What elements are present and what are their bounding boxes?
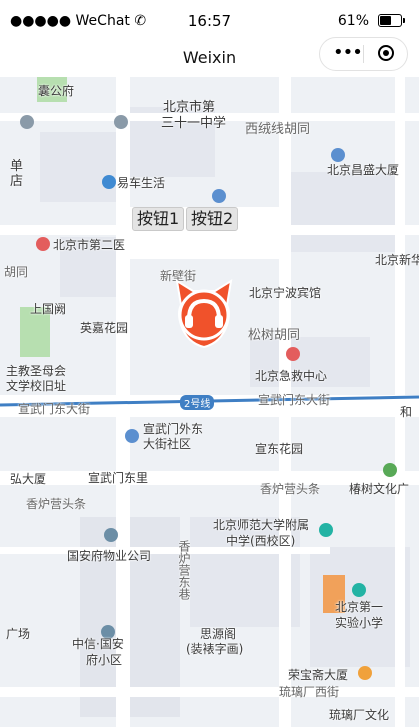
school-icon[interactable]	[319, 523, 333, 537]
hospital-icon[interactable]	[286, 347, 300, 361]
road-label: 胡同	[4, 265, 29, 279]
shop-icon[interactable]	[358, 666, 372, 680]
map-label: 北京第一	[335, 600, 384, 614]
map-label: 琉璃厂文化	[329, 708, 390, 722]
mini-program-capsule: •••	[319, 37, 408, 71]
map-label: 大街社区	[143, 437, 192, 451]
battery-percent: 61%	[337, 13, 369, 29]
map-label: 北京急救中心	[255, 369, 328, 383]
map-label: 文学校旧址	[6, 379, 67, 393]
traffic-light-icon	[114, 115, 128, 129]
road-label: 香炉营东巷	[177, 540, 191, 600]
building-icon[interactable]	[125, 429, 139, 443]
road-label: 宣武门东大街	[258, 393, 331, 407]
map-label: 弘大厦	[10, 472, 47, 486]
map-label: 三十一中学	[161, 116, 227, 131]
building-icon[interactable]	[331, 148, 345, 162]
map-label: 北京新华	[375, 253, 419, 267]
map-label: 椿树文化广	[349, 482, 410, 496]
close-target-icon[interactable]	[378, 45, 394, 61]
capsule-divider	[363, 45, 364, 63]
map-label: 荣宝斋大厦	[288, 668, 349, 682]
road-label: 香炉营头条	[26, 497, 87, 511]
map-label: 实验小学	[335, 616, 384, 630]
map-label: 中学(西校区)	[226, 534, 296, 548]
road-label: 香炉营头条	[260, 482, 321, 496]
status-bar: ●●●●● WeChat ✆ 16:57 61%	[0, 0, 419, 40]
road-label: 琉璃厂西街	[279, 685, 340, 699]
map-label: 宣东花园	[255, 442, 304, 456]
map-label: 北京昌盛大厦	[327, 163, 400, 177]
map-label: 宣武门东里	[88, 471, 149, 485]
map-label: 北京市第二医	[53, 238, 126, 252]
map-label: 国安府物业公司	[67, 549, 152, 563]
subway-line-label: 2号线	[180, 395, 215, 410]
hospital-icon[interactable]	[36, 237, 50, 251]
map-label: 中信·国安	[72, 637, 124, 651]
bus-icon[interactable]	[102, 175, 116, 189]
park-icon[interactable]	[383, 463, 397, 477]
battery-icon	[378, 14, 405, 27]
map-label: 店	[10, 174, 24, 189]
map-label: 上国阙	[30, 302, 67, 316]
map-label: 囊公府	[38, 84, 75, 98]
navigation-bar: Weixin •••	[0, 37, 419, 77]
map-marker[interactable]	[165, 275, 243, 353]
battery-fill	[380, 16, 391, 25]
map-label: 广场	[6, 627, 31, 641]
map-label: 府小区	[86, 653, 123, 667]
location-icon[interactable]	[104, 528, 118, 542]
map-label: 北京师范大学附属	[213, 518, 310, 532]
battery-cap	[403, 18, 405, 23]
road-label: 松树胡同	[248, 328, 301, 343]
map-label: 英嘉花园	[80, 321, 129, 335]
school-icon[interactable]	[352, 583, 366, 597]
map-label: 易车生活	[117, 176, 166, 190]
map-label: (装裱字画)	[186, 642, 244, 656]
traffic-light-icon	[20, 115, 34, 129]
map-view[interactable]: 北京市第 三十一中学 西绒线胡同 北京昌盛大厦 易车生活 北京市第二医 北京新华…	[0, 77, 419, 727]
button-1[interactable]: 按钮1	[132, 207, 185, 231]
building-icon[interactable]	[212, 189, 226, 203]
map-label: 和	[400, 405, 413, 419]
more-icon[interactable]: •••	[333, 44, 363, 62]
road-label: 西绒线胡同	[245, 122, 311, 137]
button-2[interactable]: 按钮2	[186, 207, 239, 231]
road-label: 宣武门东大街	[18, 402, 91, 416]
button-panel: 按钮1 按钮2	[128, 207, 288, 259]
map-label: 北京宁波宾馆	[249, 286, 322, 300]
headphone-marker-icon	[175, 278, 233, 349]
